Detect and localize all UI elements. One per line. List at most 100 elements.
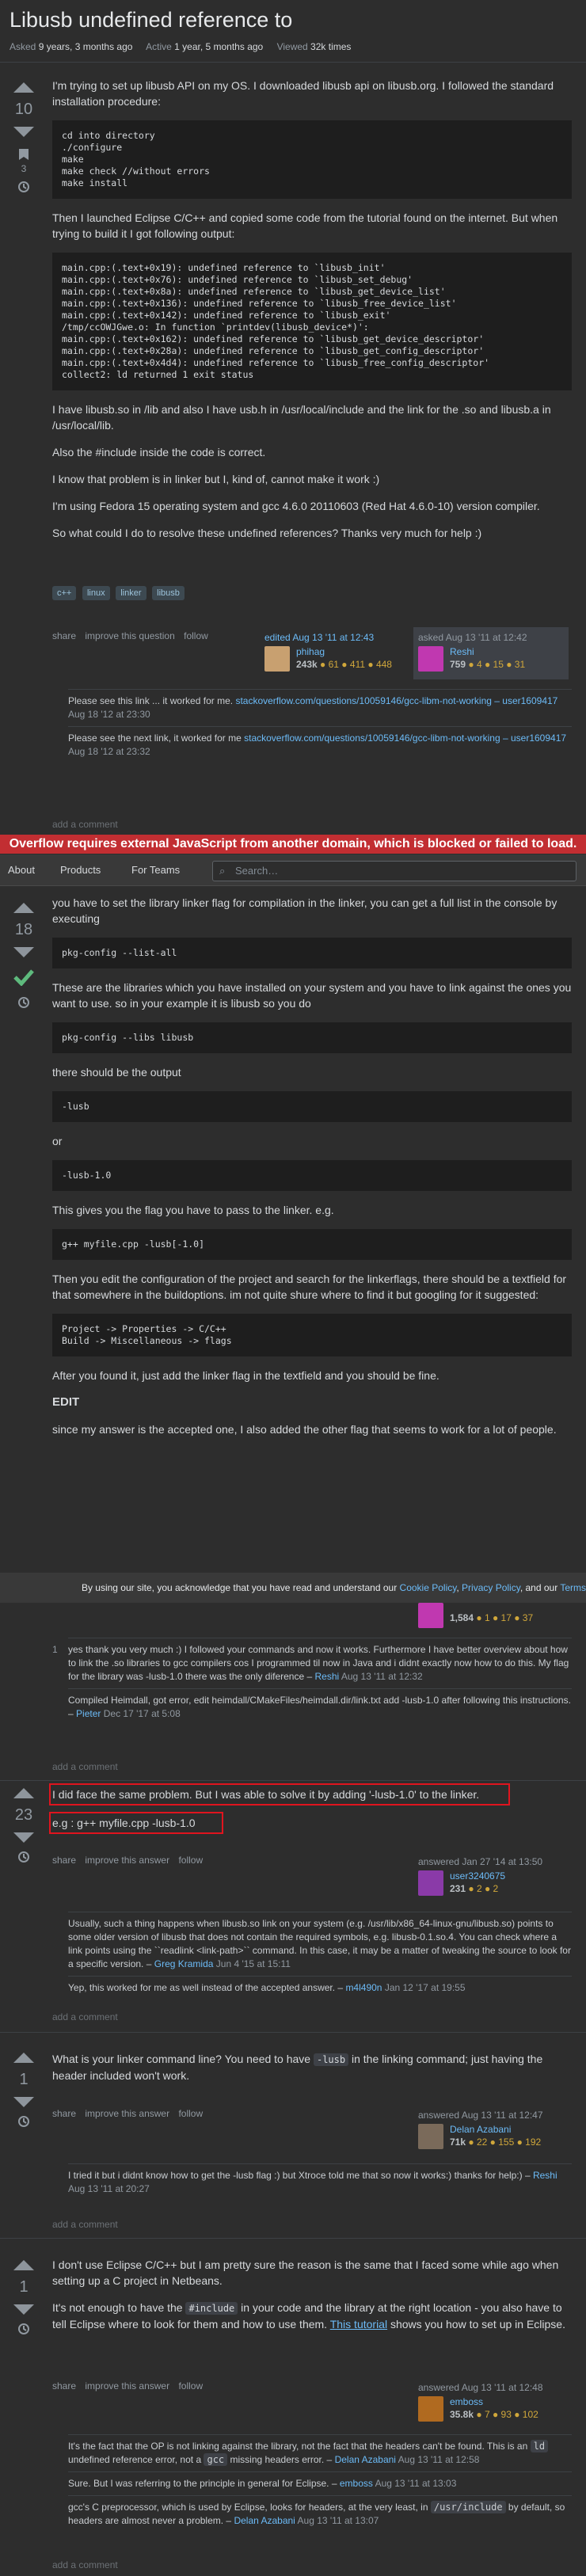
comment: Compiled Heimdall, got error, edit heimd… (68, 1688, 572, 1726)
tutorial-link[interactable]: This tutorial (330, 2318, 387, 2331)
vote-count: 18 (14, 921, 33, 938)
follow-link[interactable]: follow (184, 630, 208, 641)
active-time[interactable]: 1 year, 5 months ago (174, 41, 263, 52)
tag-cpp[interactable]: c++ (52, 586, 77, 600)
add-comment-link[interactable]: add a comment (52, 1761, 118, 1772)
vote-count: 10 (14, 101, 33, 118)
follow-link[interactable]: follow (178, 1855, 203, 1866)
question-comments: Please see this link ... it worked for m… (68, 689, 572, 763)
comment-user[interactable]: Pieter (76, 1708, 101, 1719)
share-link[interactable]: share (52, 630, 76, 641)
edited-time[interactable]: edited Aug 13 '11 at 12:43 (264, 632, 410, 643)
comment-user[interactable]: Reshi (315, 1671, 340, 1682)
comment-user[interactable]: – user1609417 (494, 695, 557, 706)
tag-linux[interactable]: linux (82, 586, 110, 600)
upvote-arrow-icon[interactable] (13, 2260, 34, 2270)
improve-link[interactable]: improve this answer (85, 2108, 169, 2119)
avatar[interactable] (418, 1870, 443, 1896)
downvote-arrow-icon[interactable] (13, 1832, 34, 1843)
share-link[interactable]: share (52, 1855, 76, 1866)
tag-linker[interactable]: linker (116, 586, 146, 600)
badges: ● 2 ● 2 (468, 1883, 499, 1894)
divider (0, 2238, 586, 2239)
nav-about[interactable]: About (8, 864, 35, 876)
code-block: pkg-config --list-all (52, 938, 572, 968)
comment-votes: 1 (52, 1644, 58, 1655)
comment-time: Aug 18 '12 at 23:30 (68, 709, 150, 720)
code-block: -lusb-1.0 (52, 1160, 572, 1191)
comment-user[interactable]: – user1609417 (503, 732, 566, 744)
tag-list: c++ linux linker libusb (52, 586, 188, 600)
comment-user[interactable]: Reshi (533, 2170, 557, 2181)
cookie-policy-link[interactable]: Cookie Policy (400, 1582, 457, 1593)
user-name[interactable]: phihag (296, 646, 325, 657)
terms-link[interactable]: Terms (560, 1582, 586, 1593)
improve-link[interactable]: improve this question (85, 630, 174, 641)
comment-time: Aug 13 '11 at 12:32 (341, 1671, 423, 1682)
avatar[interactable] (264, 646, 290, 672)
privacy-policy-link[interactable]: Privacy Policy (462, 1582, 520, 1593)
comment-user[interactable]: Delan Azabani (234, 2515, 295, 2526)
nav-teams[interactable]: For Teams (131, 864, 180, 876)
post-actions: share improve this answer follow (52, 1855, 209, 1866)
divider (0, 1780, 586, 1781)
downvote-arrow-icon[interactable] (13, 2097, 34, 2107)
code-block: main.cpp:(.text+0x19): undefined referen… (52, 253, 572, 390)
upvote-arrow-icon[interactable] (13, 2053, 34, 2063)
search-input[interactable]: ⌕ Search… (212, 861, 576, 881)
avatar[interactable] (418, 2124, 443, 2149)
downvote-arrow-icon[interactable] (13, 2304, 34, 2315)
history-icon[interactable] (10, 996, 38, 1011)
history-icon[interactable] (10, 2115, 38, 2130)
inline-code: -lusb (313, 2053, 349, 2066)
avatar[interactable] (418, 1603, 443, 1628)
avatar[interactable] (418, 646, 443, 672)
comment-user[interactable]: Greg Kramida (154, 1958, 214, 1969)
improve-link[interactable]: improve this answer (85, 2380, 169, 2391)
tag-libusb[interactable]: libusb (152, 586, 185, 600)
answer3-comments: I tried it but i didnt know how to get t… (68, 2163, 572, 2201)
upvote-arrow-icon[interactable] (13, 82, 34, 93)
user-name[interactable]: user3240675 (450, 1870, 505, 1882)
history-icon[interactable] (10, 2323, 38, 2338)
downvote-arrow-icon[interactable] (13, 127, 34, 137)
badges: ● 7 ● 93 ● 102 (476, 2409, 538, 2420)
answer4-vote-cell: 1 (10, 2260, 38, 2338)
vote-count: 1 (19, 2278, 29, 2296)
comment-user[interactable]: emboss (340, 2478, 373, 2489)
add-comment-link[interactable]: add a comment (52, 2219, 118, 2230)
user-name[interactable]: Delan Azabani (450, 2124, 511, 2135)
add-comment-link[interactable]: add a comment (52, 819, 118, 830)
editor-card: edited Aug 13 '11 at 12:43 phihag 243k ●… (260, 627, 415, 679)
comment-time: Aug 13 '11 at 13:07 (297, 2515, 379, 2526)
bookmark-count: 3 (21, 163, 27, 174)
comment-user[interactable]: m4l490n (345, 1982, 382, 1993)
avatar[interactable] (418, 2396, 443, 2422)
upvote-arrow-icon[interactable] (13, 903, 34, 913)
comment-link[interactable]: stackoverflow.com/questions/10059146/gcc… (244, 732, 500, 744)
improve-link[interactable]: improve this answer (85, 1855, 169, 1866)
answer4-user-card: answered Aug 13 '11 at 12:48 emboss 35.8… (413, 2377, 569, 2430)
follow-link[interactable]: follow (178, 2108, 203, 2119)
add-comment-link[interactable]: add a comment (52, 2559, 118, 2570)
search-icon: ⌕ (219, 865, 226, 877)
user-name[interactable]: Reshi (450, 646, 474, 657)
comment: I tried it but i didnt know how to get t… (68, 2163, 572, 2201)
nav-products[interactable]: Products (60, 864, 101, 876)
comment-link[interactable]: stackoverflow.com/questions/10059146/gcc… (235, 695, 492, 706)
bookmark-icon[interactable] (10, 148, 38, 163)
history-icon[interactable] (10, 181, 38, 196)
comment-user[interactable]: Delan Azabani (335, 2454, 396, 2465)
follow-link[interactable]: follow (178, 2380, 203, 2391)
share-link[interactable]: share (52, 2108, 76, 2119)
question-vote-cell: 10 3 (10, 82, 38, 196)
downvote-arrow-icon[interactable] (13, 947, 34, 957)
add-comment-link[interactable]: add a comment (52, 2011, 118, 2022)
share-link[interactable]: share (52, 2380, 76, 2391)
user-name[interactable]: emboss (450, 2396, 483, 2407)
page-title[interactable]: Libusb undefined reference to (10, 8, 292, 32)
comment: It's the fact that the OP is not linking… (68, 2434, 572, 2471)
upvote-arrow-icon[interactable] (13, 1788, 34, 1798)
history-icon[interactable] (10, 1851, 38, 1866)
highlight-box (49, 1783, 510, 1805)
